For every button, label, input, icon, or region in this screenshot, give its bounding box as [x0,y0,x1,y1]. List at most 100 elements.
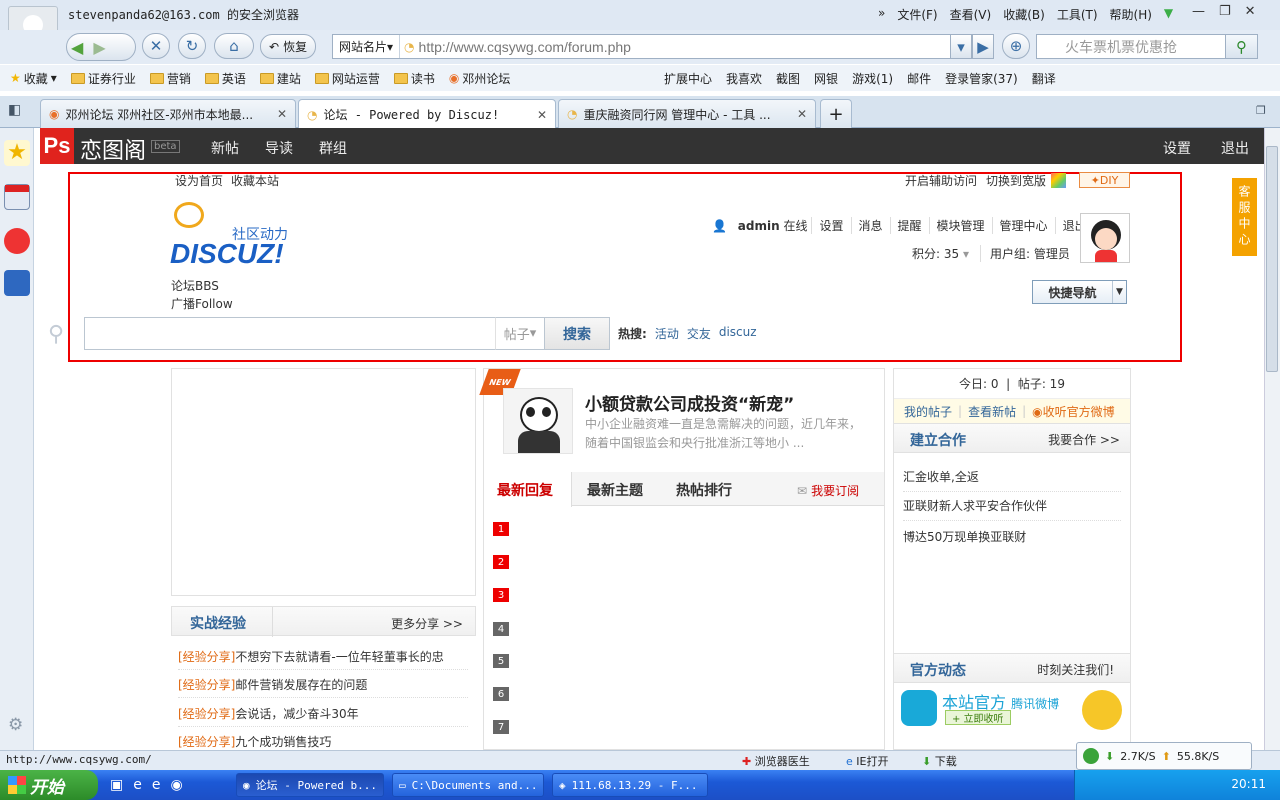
bookmark-site-link[interactable]: 收藏本站 [231,172,279,189]
news-icon[interactable] [4,184,30,210]
minimize-button[interactable]: — [1192,4,1205,19]
ext-screenshot[interactable]: 截图 [776,70,800,87]
forum-search-button[interactable]: 搜索 [544,317,610,350]
search-input[interactable]: 火车票机票优惠抢 [1037,37,1225,57]
ext-center[interactable]: 扩展中心 [664,70,712,87]
nav-new-posts[interactable]: 新帖 [211,138,239,158]
tab-count-icon[interactable]: ❐ [1256,104,1266,117]
hot-keyword[interactable]: 活动 [655,325,679,342]
follow-now-button[interactable]: + 立即收听 [945,710,1011,725]
my-posts-link[interactable]: 我的帖子 [904,403,952,420]
bookmark-folder[interactable]: 证券行业 [70,70,136,87]
bookmark-link[interactable]: ◉ 邓州论坛 [449,70,511,87]
user-avatar[interactable] [1080,213,1130,263]
username[interactable]: admin [738,219,780,233]
tab-dengzhou[interactable]: ◉ 邓州论坛 邓州社区-邓州市本地最... ✕ [40,99,296,128]
user-settings-link[interactable]: 设置 [811,217,850,234]
bookmark-folder[interactable]: 营销 [149,70,191,87]
menu-chevron-icon[interactable]: » [878,6,885,23]
menu-file[interactable]: 文件(F) [897,6,937,23]
bookmark-folder[interactable]: 网站运营 [314,70,380,87]
bookmark-folder[interactable]: 建站 [259,70,301,87]
browser-icon[interactable]: e [152,777,161,793]
browser-doctor[interactable]: ✚ 浏览器医生 [742,753,810,769]
bookmark-folder[interactable]: 英语 [204,70,246,87]
ps-logo-icon[interactable]: Ps [40,128,74,164]
bookmark-folder[interactable]: 读书 [393,70,435,87]
ext-translate[interactable]: 翻译 [1032,70,1056,87]
tab-cq-admin[interactable]: ◔ 重庆融资同行网 管理中心 - 工具 ... ✕ [558,99,816,128]
nav-settings[interactable]: 设置 [1163,138,1191,158]
wide-mode-link[interactable]: 切换到宽版 [986,172,1046,189]
tab-hot-posts[interactable]: 热帖排行 [676,480,732,500]
close-tab-icon[interactable]: ✕ [277,107,287,121]
subscribe-link[interactable]: ✉ 我要订阅 [797,482,859,499]
menu-view[interactable]: 查看(V) [950,6,992,23]
task-explorer[interactable]: ▭ C:\Documents and... [392,773,544,797]
clock[interactable]: 20:11 [1231,777,1266,791]
search-box[interactable]: 火车票机票优惠抢 ⚲ [1036,34,1258,59]
site-name[interactable]: 恋图阁 [80,133,146,165]
ext-login-manager[interactable]: 登录管家(37) [945,70,1018,87]
green-browser-icon[interactable]: ◉ [170,777,182,793]
accessibility-link[interactable]: 开启辅助访问 [905,172,977,189]
list-item[interactable]: 汇金收单,全返 [903,468,1121,492]
bookmark-favorites[interactable]: ★ 收藏 ▾ [10,70,57,87]
mobile-icon[interactable] [4,270,30,296]
settings-gear-icon[interactable]: ⚙ [8,715,23,735]
refresh-button[interactable]: ↻ [178,33,206,59]
shield-icon[interactable]: ⊕ [1002,33,1030,59]
ext-bank[interactable]: 网银 [814,70,838,87]
customer-service-tab[interactable]: 客服中心 [1232,178,1257,256]
nav-logout[interactable]: 退出 [1221,138,1249,158]
close-tab-icon[interactable]: ✕ [537,108,547,122]
scrollbar-thumb[interactable] [1266,146,1278,372]
maximize-button[interactable]: ❐ [1219,4,1231,19]
admin-center-link[interactable]: 管理中心 [991,217,1055,234]
skin-icon[interactable]: ▼ [1164,6,1173,23]
url-text[interactable]: http://www.cqsywg.com/forum.php [415,39,631,55]
sidebar-toggle-icon[interactable]: ◧ [8,102,21,118]
hot-keyword[interactable]: 交友 [687,325,711,342]
weibo-icon[interactable] [4,228,30,254]
list-item[interactable]: [经验分享]会说话，减少奋斗30年 [178,705,468,727]
tab-latest-topics[interactable]: 最新主题 [587,480,643,500]
cooperation-more-link[interactable]: 我要合作 >> [1048,431,1120,448]
menu-help[interactable]: 帮助(H) [1110,6,1152,23]
hot-keyword[interactable]: discuz [719,325,757,342]
favorites-star-icon[interactable]: ★ [4,140,30,166]
view-new-posts-link[interactable]: 查看新帖 [968,403,1016,420]
task-forum[interactable]: ◉ 论坛 - Powered b... [236,773,384,797]
list-item[interactable]: 博达50万现单换亚联财 [903,528,1121,551]
headline[interactable]: 小额贷款公司成投资“新宠” [585,390,794,415]
menu-tools[interactable]: 工具(T) [1057,6,1098,23]
list-item[interactable]: 亚联财新人求平安合作伙伴 [903,497,1121,521]
menu-favorites[interactable]: 收藏(B) [1003,6,1045,23]
url-dropdown-button[interactable]: ▾ [950,34,972,59]
task-ftp[interactable]: ◈ 111.68.13.29 - F... [552,773,708,797]
site-card-button[interactable]: 网站名片 ▾ [333,35,401,58]
more-share-link[interactable]: 更多分享 >> [391,615,463,632]
notifications-link[interactable]: 提醒 [889,217,929,234]
ext-like[interactable]: 我喜欢 [726,70,762,87]
quick-nav-button[interactable]: 快捷导航 ▼ [1032,280,1127,304]
restore-button[interactable]: ↶ 恢复 [260,34,317,59]
go-button[interactable]: ▶ [972,34,994,59]
nav-guide[interactable]: 导读 [265,138,293,158]
messages-link[interactable]: 消息 [850,217,890,234]
stop-button[interactable]: ✕ [142,33,170,59]
credits[interactable]: 积分: 35 ▾ [912,245,969,262]
tab-latest-replies[interactable]: 最新回复 [497,480,553,500]
desktop-icon[interactable]: ▣ [110,777,123,793]
new-tab-button[interactable]: + [820,99,852,128]
search-icon[interactable]: ⚲ [1225,35,1257,58]
panda-thumbnail[interactable] [503,388,573,454]
forward-arrow-icon[interactable]: ▶ [93,38,105,57]
list-item[interactable]: [经验分享]不想穷下去就请看-一位年轻董事长的忠 [178,648,468,670]
tencent-weibo-icon[interactable] [901,690,937,726]
open-in-ie[interactable]: e IE打开 [846,753,888,769]
module-manage-link[interactable]: 模块管理 [928,217,992,234]
close-button[interactable]: ✕ [1245,4,1256,19]
ext-games[interactable]: 游戏(1) [852,70,893,87]
ext-mail[interactable]: 邮件 [907,70,931,87]
